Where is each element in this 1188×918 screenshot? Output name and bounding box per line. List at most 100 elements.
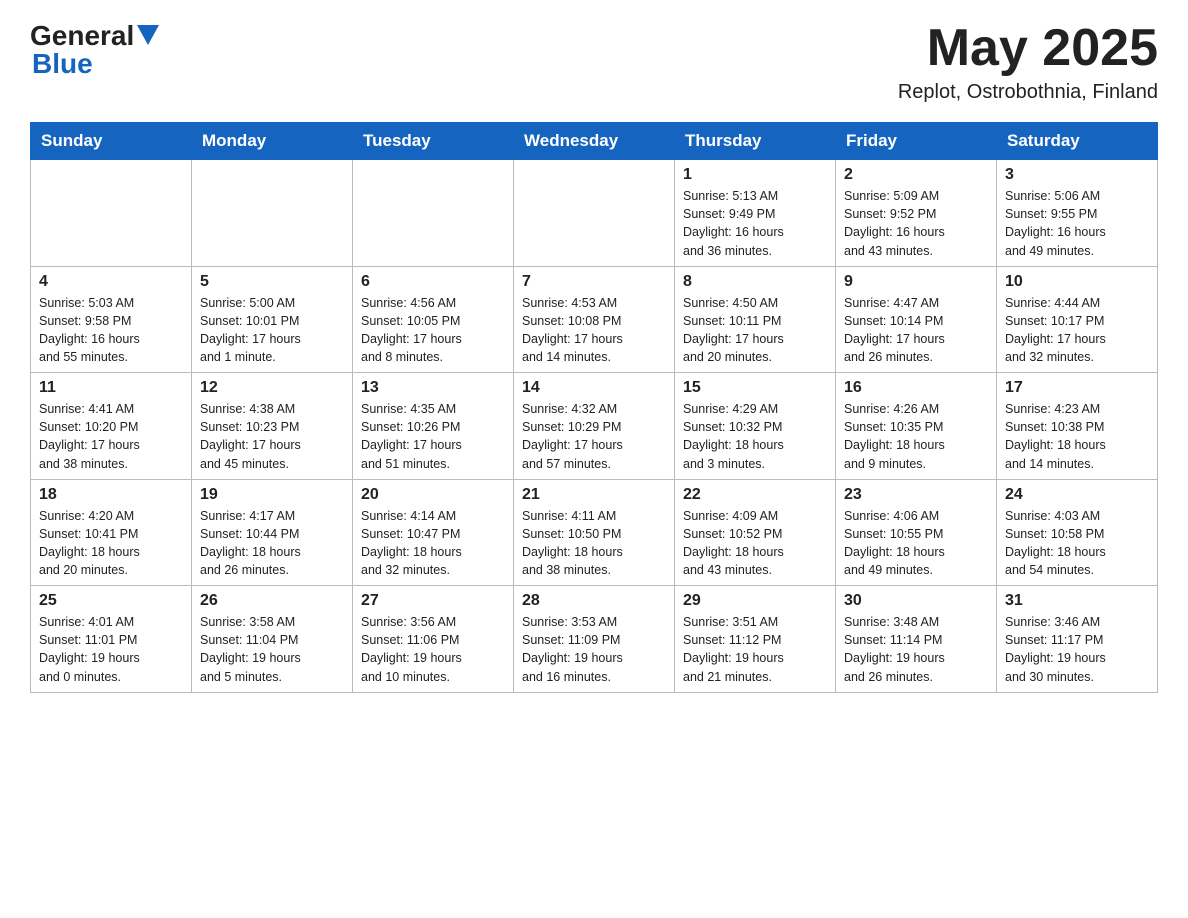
day-number: 8	[683, 273, 827, 291]
weekday-header-sunday: Sunday	[31, 123, 192, 160]
day-info: Sunrise: 4:01 AM Sunset: 11:01 PM Daylig…	[39, 613, 183, 686]
day-info: Sunrise: 4:23 AM Sunset: 10:38 PM Daylig…	[1005, 400, 1149, 473]
weekday-header-friday: Friday	[836, 123, 997, 160]
calendar-cell: 5Sunrise: 5:00 AM Sunset: 10:01 PM Dayli…	[192, 266, 353, 373]
day-info: Sunrise: 4:11 AM Sunset: 10:50 PM Daylig…	[522, 507, 666, 580]
calendar-cell: 16 Sunrise: 4:26 AM Sunset: 10:35 PM Dayl…	[836, 373, 997, 480]
day-number: 24	[1005, 486, 1149, 504]
weekday-header-wednesday: Wednesday	[514, 123, 675, 160]
day-info: Sunrise: 4:35 AM Sunset: 10:26 PM Daylig…	[361, 400, 505, 473]
calendar-cell: 30 Sunrise: 3:48 AM Sunset: 11:14 PM Dayl…	[836, 586, 997, 693]
calendar-table: SundayMondayTuesdayWednesdayThursdayFrid…	[30, 122, 1158, 693]
title-block: May 2025 Replot, Ostrobothnia, Finland	[898, 20, 1158, 104]
calendar-cell	[353, 160, 514, 267]
calendar-cell	[192, 160, 353, 267]
calendar-cell: 23 Sunrise: 4:06 AM Sunset: 10:55 PM Dayl…	[836, 479, 997, 586]
day-info: Sunrise: 3:51 AM Sunset: 11:12 PM Daylig…	[683, 613, 827, 686]
day-number: 4	[39, 273, 183, 291]
day-number: 20	[361, 486, 505, 504]
day-number: 25	[39, 592, 183, 610]
day-info: Sunrise: 3:48 AM Sunset: 11:14 PM Daylig…	[844, 613, 988, 686]
day-info: Sunrise: 4:06 AM Sunset: 10:55 PM Daylig…	[844, 507, 988, 580]
day-info: Sunrise: 3:56 AM Sunset: 11:06 PM Daylig…	[361, 613, 505, 686]
calendar-cell: 3 Sunrise: 5:06 AM Sunset: 9:55 PM Daylig…	[997, 160, 1158, 267]
calendar-cell: 2 Sunrise: 5:09 AM Sunset: 9:52 PM Daylig…	[836, 160, 997, 267]
day-number: 21	[522, 486, 666, 504]
day-info: Sunrise: 4:09 AM Sunset: 10:52 PM Daylig…	[683, 507, 827, 580]
logo: General Blue	[30, 20, 159, 80]
day-number: 26	[200, 592, 344, 610]
calendar-cell: 17 Sunrise: 4:23 AM Sunset: 10:38 PM Dayl…	[997, 373, 1158, 480]
calendar-cell: 28 Sunrise: 3:53 AM Sunset: 11:09 PM Dayl…	[514, 586, 675, 693]
day-info: Sunrise: 5:03 AM Sunset: 9:58 PM Dayligh…	[39, 294, 183, 367]
calendar-cell: 6Sunrise: 4:56 AM Sunset: 10:05 PM Dayli…	[353, 266, 514, 373]
day-number: 28	[522, 592, 666, 610]
day-info: Sunrise: 4:53 AM Sunset: 10:08 PM Daylig…	[522, 294, 666, 367]
day-info: Sunrise: 4:20 AM Sunset: 10:41 PM Daylig…	[39, 507, 183, 580]
day-number: 1	[683, 166, 827, 184]
day-number: 11	[39, 379, 183, 397]
week-row-3: 11 Sunrise: 4:41 AM Sunset: 10:20 PM Dayl…	[31, 373, 1158, 480]
day-number: 17	[1005, 379, 1149, 397]
day-info: Sunrise: 5:09 AM Sunset: 9:52 PM Dayligh…	[844, 187, 988, 260]
calendar-cell: 19 Sunrise: 4:17 AM Sunset: 10:44 PM Dayl…	[192, 479, 353, 586]
day-info: Sunrise: 4:41 AM Sunset: 10:20 PM Daylig…	[39, 400, 183, 473]
calendar-cell: 29Sunrise: 3:51 AM Sunset: 11:12 PM Dayl…	[675, 586, 836, 693]
day-number: 31	[1005, 592, 1149, 610]
day-info: Sunrise: 4:14 AM Sunset: 10:47 PM Daylig…	[361, 507, 505, 580]
calendar-cell: 21 Sunrise: 4:11 AM Sunset: 10:50 PM Dayl…	[514, 479, 675, 586]
day-info: Sunrise: 4:32 AM Sunset: 10:29 PM Daylig…	[522, 400, 666, 473]
calendar-cell: 1Sunrise: 5:13 AM Sunset: 9:49 PM Daylig…	[675, 160, 836, 267]
calendar-cell: 12 Sunrise: 4:38 AM Sunset: 10:23 PM Dayl…	[192, 373, 353, 480]
day-info: Sunrise: 4:03 AM Sunset: 10:58 PM Daylig…	[1005, 507, 1149, 580]
day-number: 7	[522, 273, 666, 291]
day-number: 5	[200, 273, 344, 291]
day-number: 13	[361, 379, 505, 397]
day-number: 3	[1005, 166, 1149, 184]
calendar-cell: 14 Sunrise: 4:32 AM Sunset: 10:29 PM Dayl…	[514, 373, 675, 480]
calendar-cell: 8 Sunrise: 4:50 AM Sunset: 10:11 PM Dayli…	[675, 266, 836, 373]
calendar-cell: 13 Sunrise: 4:35 AM Sunset: 10:26 PM Dayl…	[353, 373, 514, 480]
day-number: 2	[844, 166, 988, 184]
weekday-header-row: SundayMondayTuesdayWednesdayThursdayFrid…	[31, 123, 1158, 160]
day-number: 14	[522, 379, 666, 397]
day-number: 16	[844, 379, 988, 397]
calendar-cell: 11 Sunrise: 4:41 AM Sunset: 10:20 PM Dayl…	[31, 373, 192, 480]
day-info: Sunrise: 4:26 AM Sunset: 10:35 PM Daylig…	[844, 400, 988, 473]
week-row-5: 25 Sunrise: 4:01 AM Sunset: 11:01 PM Dayl…	[31, 586, 1158, 693]
day-number: 27	[361, 592, 505, 610]
day-number: 12	[200, 379, 344, 397]
day-info: Sunrise: 4:47 AM Sunset: 10:14 PM Daylig…	[844, 294, 988, 367]
calendar-cell: 9Sunrise: 4:47 AM Sunset: 10:14 PM Dayli…	[836, 266, 997, 373]
calendar-cell	[31, 160, 192, 267]
week-row-1: 1Sunrise: 5:13 AM Sunset: 9:49 PM Daylig…	[31, 160, 1158, 267]
day-info: Sunrise: 4:50 AM Sunset: 10:11 PM Daylig…	[683, 294, 827, 367]
calendar-cell: 4 Sunrise: 5:03 AM Sunset: 9:58 PM Daylig…	[31, 266, 192, 373]
calendar-cell: 25 Sunrise: 4:01 AM Sunset: 11:01 PM Dayl…	[31, 586, 192, 693]
day-info: Sunrise: 4:44 AM Sunset: 10:17 PM Daylig…	[1005, 294, 1149, 367]
day-number: 30	[844, 592, 988, 610]
day-number: 15	[683, 379, 827, 397]
calendar-cell: 18 Sunrise: 4:20 AM Sunset: 10:41 PM Dayl…	[31, 479, 192, 586]
day-number: 10	[1005, 273, 1149, 291]
day-info: Sunrise: 4:17 AM Sunset: 10:44 PM Daylig…	[200, 507, 344, 580]
day-info: Sunrise: 5:06 AM Sunset: 9:55 PM Dayligh…	[1005, 187, 1149, 260]
weekday-header-saturday: Saturday	[997, 123, 1158, 160]
day-info: Sunrise: 4:38 AM Sunset: 10:23 PM Daylig…	[200, 400, 344, 473]
day-info: Sunrise: 3:58 AM Sunset: 11:04 PM Daylig…	[200, 613, 344, 686]
calendar-cell: 26 Sunrise: 3:58 AM Sunset: 11:04 PM Dayl…	[192, 586, 353, 693]
day-number: 19	[200, 486, 344, 504]
day-info: Sunrise: 3:53 AM Sunset: 11:09 PM Daylig…	[522, 613, 666, 686]
weekday-header-tuesday: Tuesday	[353, 123, 514, 160]
location-subtitle: Replot, Ostrobothnia, Finland	[898, 81, 1158, 104]
day-number: 18	[39, 486, 183, 504]
week-row-4: 18 Sunrise: 4:20 AM Sunset: 10:41 PM Dayl…	[31, 479, 1158, 586]
page-header: General Blue May 2025 Replot, Ostrobothn…	[30, 20, 1158, 104]
week-row-2: 4 Sunrise: 5:03 AM Sunset: 9:58 PM Daylig…	[31, 266, 1158, 373]
calendar-cell	[514, 160, 675, 267]
day-info: Sunrise: 4:29 AM Sunset: 10:32 PM Daylig…	[683, 400, 827, 473]
day-number: 6	[361, 273, 505, 291]
month-year-title: May 2025	[898, 20, 1158, 77]
logo-triangle-icon	[137, 25, 159, 45]
day-number: 23	[844, 486, 988, 504]
